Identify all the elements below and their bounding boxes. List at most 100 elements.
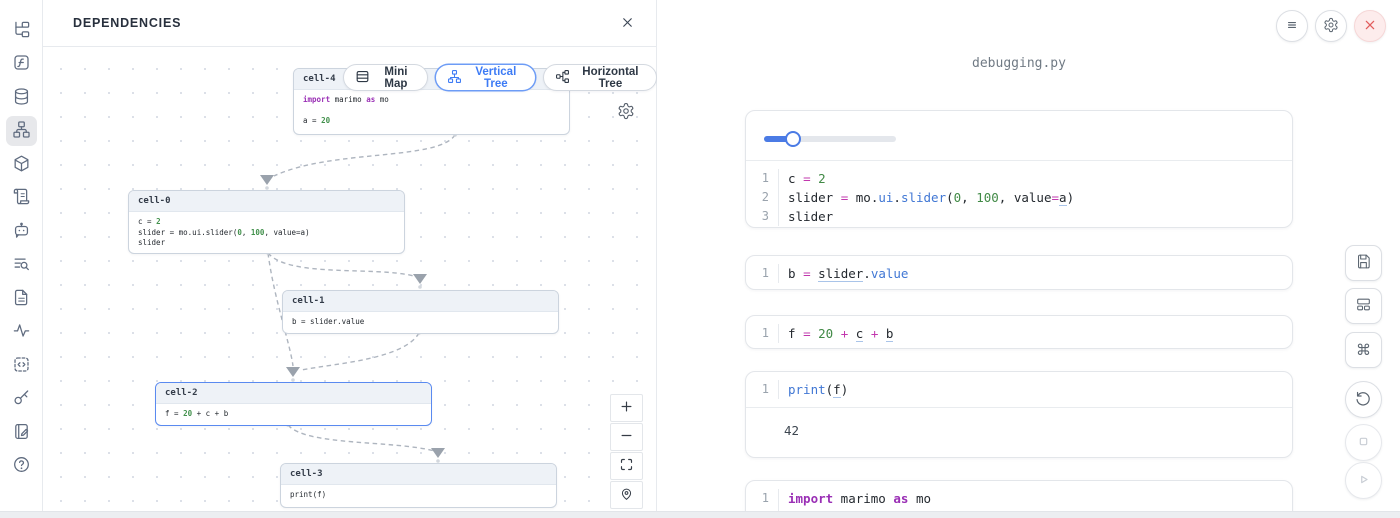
save-button[interactable] xyxy=(1345,245,1382,281)
x-icon xyxy=(620,15,635,33)
edge-arrowhead xyxy=(260,175,274,185)
node-header: cell-1 xyxy=(283,291,558,312)
sidebar-item-scratchpad[interactable] xyxy=(6,418,37,448)
code-line: f = 20 + c + b xyxy=(779,324,893,343)
notebook-cell[interactable]: 1f = 20 + c + b xyxy=(745,315,1293,349)
plus-icon xyxy=(619,399,634,417)
code-token: = xyxy=(803,171,811,186)
settings-button[interactable] xyxy=(1315,10,1347,42)
node-code: import marimo as mo a = 20 xyxy=(294,90,569,132)
code-editor[interactable]: 1print(f) xyxy=(746,372,1292,407)
notebook-cell[interactable]: 1c = 22slider = mo.ui.slider(0, 100, val… xyxy=(745,110,1293,228)
node-code-line: c = 2 xyxy=(138,217,395,228)
secrets-icon xyxy=(12,388,31,410)
code-token: + c + b xyxy=(192,409,228,418)
notebook-cell[interactable]: 1b = slider.value xyxy=(745,255,1293,290)
code-row: 1print(f) xyxy=(746,380,1292,399)
horizontal-scrollbar[interactable] xyxy=(0,511,1400,518)
node-code: c = 2slider = mo.ui.slider(0, 100, value… xyxy=(129,212,404,254)
fit-view-button[interactable] xyxy=(610,452,643,480)
code-token xyxy=(796,266,804,281)
sidebar-item-dependency-graph[interactable] xyxy=(6,116,37,146)
code-token: = xyxy=(803,326,811,341)
graph-node-cell-0[interactable]: cell-0c = 2slider = mo.ui.slider(0, 100,… xyxy=(128,190,405,254)
node-code-line: b = slider.value xyxy=(292,317,549,328)
stop-button[interactable] xyxy=(1345,424,1382,461)
dependencies-panel: DEPENDENCIES cell-4import marimo as mo a… xyxy=(43,0,657,518)
sidebar-item-secrets[interactable] xyxy=(6,384,37,414)
center-selection-button[interactable] xyxy=(610,481,643,509)
code-token: mo xyxy=(908,491,931,506)
zoom-out-button[interactable] xyxy=(610,423,643,451)
code-token: import xyxy=(788,491,833,506)
code-token: f xyxy=(833,382,841,398)
graph-node-cell-2[interactable]: cell-2f = 20 + c + b xyxy=(155,382,432,426)
graph-node-cell-3[interactable]: cell-3 print(f) xyxy=(280,463,557,508)
code-editor[interactable]: 1b = slider.value xyxy=(746,256,1292,290)
close-panel-button[interactable] xyxy=(617,14,637,34)
minus-icon xyxy=(619,428,634,446)
save-icon xyxy=(1355,253,1372,273)
undo-button[interactable] xyxy=(1345,381,1382,418)
code-token: ui xyxy=(878,190,893,205)
graph-zoom-controls xyxy=(610,394,643,509)
run-button[interactable] xyxy=(1345,462,1382,499)
code-token: c = xyxy=(138,217,156,226)
code-token: , xyxy=(242,228,251,237)
sidebar-item-document[interactable] xyxy=(6,284,37,314)
code-row: 1import marimo as mo xyxy=(746,489,1292,508)
notebook-menu-button[interactable] xyxy=(1276,10,1308,42)
vtree-icon xyxy=(447,69,462,87)
code-token: . xyxy=(863,266,871,281)
line-number: 1 xyxy=(746,489,779,508)
sidebar-item-search-list[interactable] xyxy=(6,250,37,280)
code-editor[interactable]: 1c = 22slider = mo.ui.slider(0, 100, val… xyxy=(746,161,1292,228)
sidebar-item-variables[interactable] xyxy=(6,49,37,79)
data-sources-icon xyxy=(12,87,31,109)
notebook-filename[interactable]: debugging.py xyxy=(745,56,1293,71)
sidebar-item-data-sources[interactable] xyxy=(6,83,37,113)
code-token xyxy=(878,326,886,341)
node-code: b = slider.value xyxy=(283,312,558,333)
code-token: ) xyxy=(841,382,849,397)
view-button-horizontal-tree[interactable]: Horizontal Tree xyxy=(543,64,657,91)
sidebar-item-help[interactable] xyxy=(6,451,37,481)
view-button-vertical-tree[interactable]: Vertical Tree xyxy=(435,64,536,91)
dependency-graph-canvas[interactable]: cell-4import marimo as mo a = 20cell-0c … xyxy=(43,47,657,511)
code-token: = xyxy=(803,266,811,281)
cell-output-area: 42 xyxy=(746,407,1292,438)
code-editor[interactable]: 1f = 20 + c + b xyxy=(746,316,1292,349)
sidebar-item-code-snippets[interactable] xyxy=(6,351,37,381)
code-token: 20 xyxy=(818,326,833,341)
sidebar-item-tracing[interactable] xyxy=(6,317,37,347)
code-row: 1b = slider.value xyxy=(746,264,1292,283)
graph-view-toolbar: Mini Map Vertical Tree Horizontal Tree xyxy=(343,64,657,91)
layout-button[interactable] xyxy=(1345,288,1382,324)
node-header: cell-3 xyxy=(281,464,556,485)
keyboard-shortcuts-button[interactable]: ⌘ xyxy=(1345,332,1382,368)
graph-node-cell-1[interactable]: cell-1 b = slider.value xyxy=(282,290,559,334)
gear-icon xyxy=(1323,17,1339,36)
sidebar-item-script-log[interactable] xyxy=(6,183,37,213)
node-code-line: print(f) xyxy=(290,490,547,501)
line-number: 2 xyxy=(746,188,779,207)
notebook-cell[interactable]: 1print(f) 42 xyxy=(745,371,1293,458)
code-token: b xyxy=(886,326,894,342)
code-row: 3slider xyxy=(746,207,1292,226)
sidebar-item-packages[interactable] xyxy=(6,150,37,180)
graph-settings-button[interactable] xyxy=(615,101,637,123)
code-line: import marimo as mo xyxy=(779,489,931,508)
document-icon xyxy=(12,288,31,310)
sidebar-item-file-tree[interactable] xyxy=(6,16,37,46)
view-button-mini-map[interactable]: Mini Map xyxy=(343,64,428,91)
search-list-icon xyxy=(12,254,31,276)
code-line: b = slider.value xyxy=(779,264,908,283)
zoom-in-button[interactable] xyxy=(610,394,643,422)
line-number: 1 xyxy=(746,380,779,399)
slider-thumb[interactable] xyxy=(785,131,801,147)
sidebar-item-ai-chat[interactable] xyxy=(6,217,37,247)
shutdown-button[interactable] xyxy=(1354,10,1386,42)
slider-widget[interactable] xyxy=(764,136,896,142)
code-token: , xyxy=(961,190,976,205)
view-button-label: Horizontal Tree xyxy=(576,66,645,90)
